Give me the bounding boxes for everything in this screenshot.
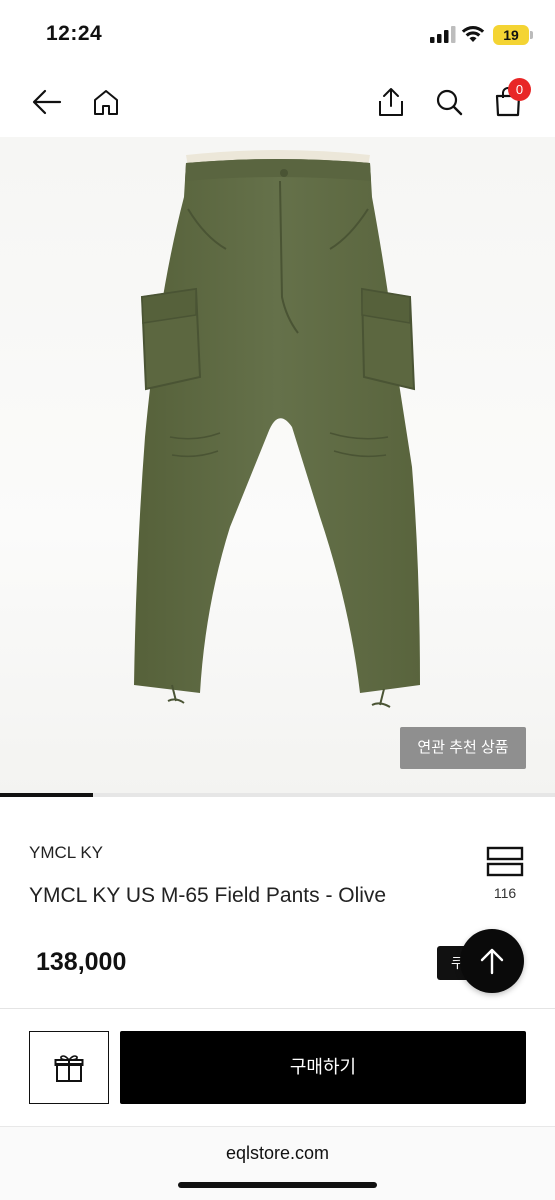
related-products-button[interactable]: 연관 추천 상품 [400,727,526,769]
gallery-progress [0,793,555,797]
home-icon [94,90,118,115]
gallery-progress-fill [0,793,93,797]
share-icon [379,88,403,116]
browser-url[interactable]: eqlstore.com [0,1143,555,1164]
home-indicator [178,1182,377,1188]
bookmark-stack-icon [486,846,524,877]
wifi-icon [461,26,485,42]
product-photo [134,150,420,708]
product-brand[interactable]: YMCL KY [29,843,103,863]
product-image-gallery[interactable] [0,137,555,795]
like-count: 116 [493,885,517,901]
gift-icon [54,1054,84,1082]
section-divider [0,1008,555,1009]
battery-tip [530,31,533,39]
gift-button[interactable] [29,1031,109,1104]
status-time: 12:24 [46,22,103,45]
cart-count-badge: 0 [508,78,531,101]
top-nav-bar [0,70,555,136]
buy-button[interactable]: 구매하기 [120,1031,526,1104]
share-button[interactable] [373,84,409,120]
cellular-signal-icon [430,26,456,43]
scroll-to-top-button[interactable] [460,929,524,993]
search-icon [436,89,463,116]
product-name: YMCL KY US M-65 Field Pants - Olive [29,884,387,907]
battery-level: 19 [493,25,529,45]
home-button[interactable] [88,84,124,120]
arrow-left-icon [32,89,62,115]
search-button[interactable] [431,84,467,120]
product-price: 138,000 [36,948,127,976]
status-bar: 12:24 19 [0,0,555,70]
arrow-up-icon [480,948,504,975]
back-button[interactable] [29,84,65,120]
